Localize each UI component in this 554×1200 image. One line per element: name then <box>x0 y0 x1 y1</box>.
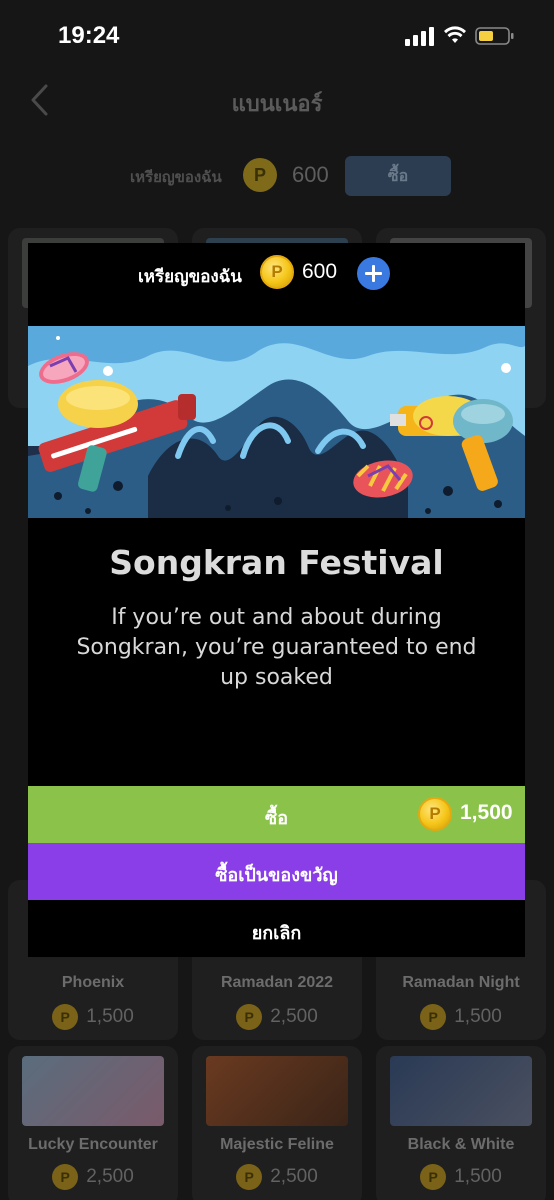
card-price: P 2,500 <box>192 1004 362 1030</box>
coins-label: เหรียญของฉัน <box>130 168 222 186</box>
banner-card[interactable]: Lucky Encounter P 2,500 <box>8 1046 178 1200</box>
coins-value: 600 <box>292 162 329 187</box>
status-bar: 19:24 <box>0 0 554 70</box>
purchase-modal: เหรียญของฉัน P 600 Songkran Festival If … <box>28 243 525 957</box>
card-price: P 2,500 <box>8 1164 178 1190</box>
gift-button-label: ซื้อเป็นของขวัญ <box>215 865 338 886</box>
banner-description: If you’re out and about during Songkran,… <box>76 605 477 690</box>
coin-icon: P <box>243 158 277 192</box>
coins-label: เหรียญของฉัน <box>138 267 242 287</box>
buy-coins-button[interactable]: ซื้อ <box>345 156 451 196</box>
cancel-button-label: ยกเลิก <box>251 923 302 944</box>
coin-icon: P <box>236 1004 263 1030</box>
banner-card[interactable]: Black & White P 1,500 <box>376 1046 546 1200</box>
status-time: 19:24 <box>58 22 120 49</box>
cellular-signal-icon <box>405 26 435 46</box>
card-price: P 1,500 <box>8 1004 178 1030</box>
coin-icon: P <box>260 255 294 289</box>
buy-price: 1,500 <box>460 801 513 824</box>
banner-title: Songkran Festival <box>109 543 444 582</box>
buy-as-gift-button[interactable]: ซื้อเป็นของขวัญ <box>28 843 525 900</box>
banner-preview-image <box>28 326 525 518</box>
cancel-button[interactable]: ยกเลิก <box>28 900 525 957</box>
coin-icon: P <box>420 1164 447 1190</box>
banner-card[interactable]: Majestic Feline P 2,500 <box>192 1046 362 1200</box>
nav-bar: แบนเนอร์ <box>0 70 554 130</box>
card-price: P 1,500 <box>376 1164 546 1190</box>
card-name: Black & White <box>407 1136 515 1153</box>
wifi-icon <box>444 26 466 43</box>
card-price: P 1,500 <box>376 1004 546 1030</box>
coins-value: 600 <box>302 260 338 283</box>
card-name: Ramadan Night <box>402 974 520 991</box>
card-price: P 2,500 <box>192 1164 362 1190</box>
buy-button[interactable]: ซื้อ P 1,500 <box>28 786 525 843</box>
coin-icon: P <box>52 1004 79 1030</box>
battery-icon <box>475 27 514 45</box>
modal-coins-bar: เหรียญของฉัน P 600 <box>28 243 525 326</box>
coin-icon: P <box>52 1164 79 1190</box>
coin-icon: P <box>420 1004 447 1030</box>
add-coins-button[interactable] <box>357 257 390 290</box>
coin-icon: P <box>236 1164 263 1190</box>
my-coins-bar: เหรียญของฉัน P 600 ซื้อ <box>0 150 554 200</box>
card-name: Ramadan 2022 <box>220 974 334 991</box>
card-name: Lucky Encounter <box>28 1136 158 1153</box>
card-name: Phoenix <box>61 974 125 991</box>
page-title: แบนเนอร์ <box>231 92 323 117</box>
coin-icon: P <box>418 797 452 831</box>
card-name: Majestic Feline <box>220 1136 334 1153</box>
